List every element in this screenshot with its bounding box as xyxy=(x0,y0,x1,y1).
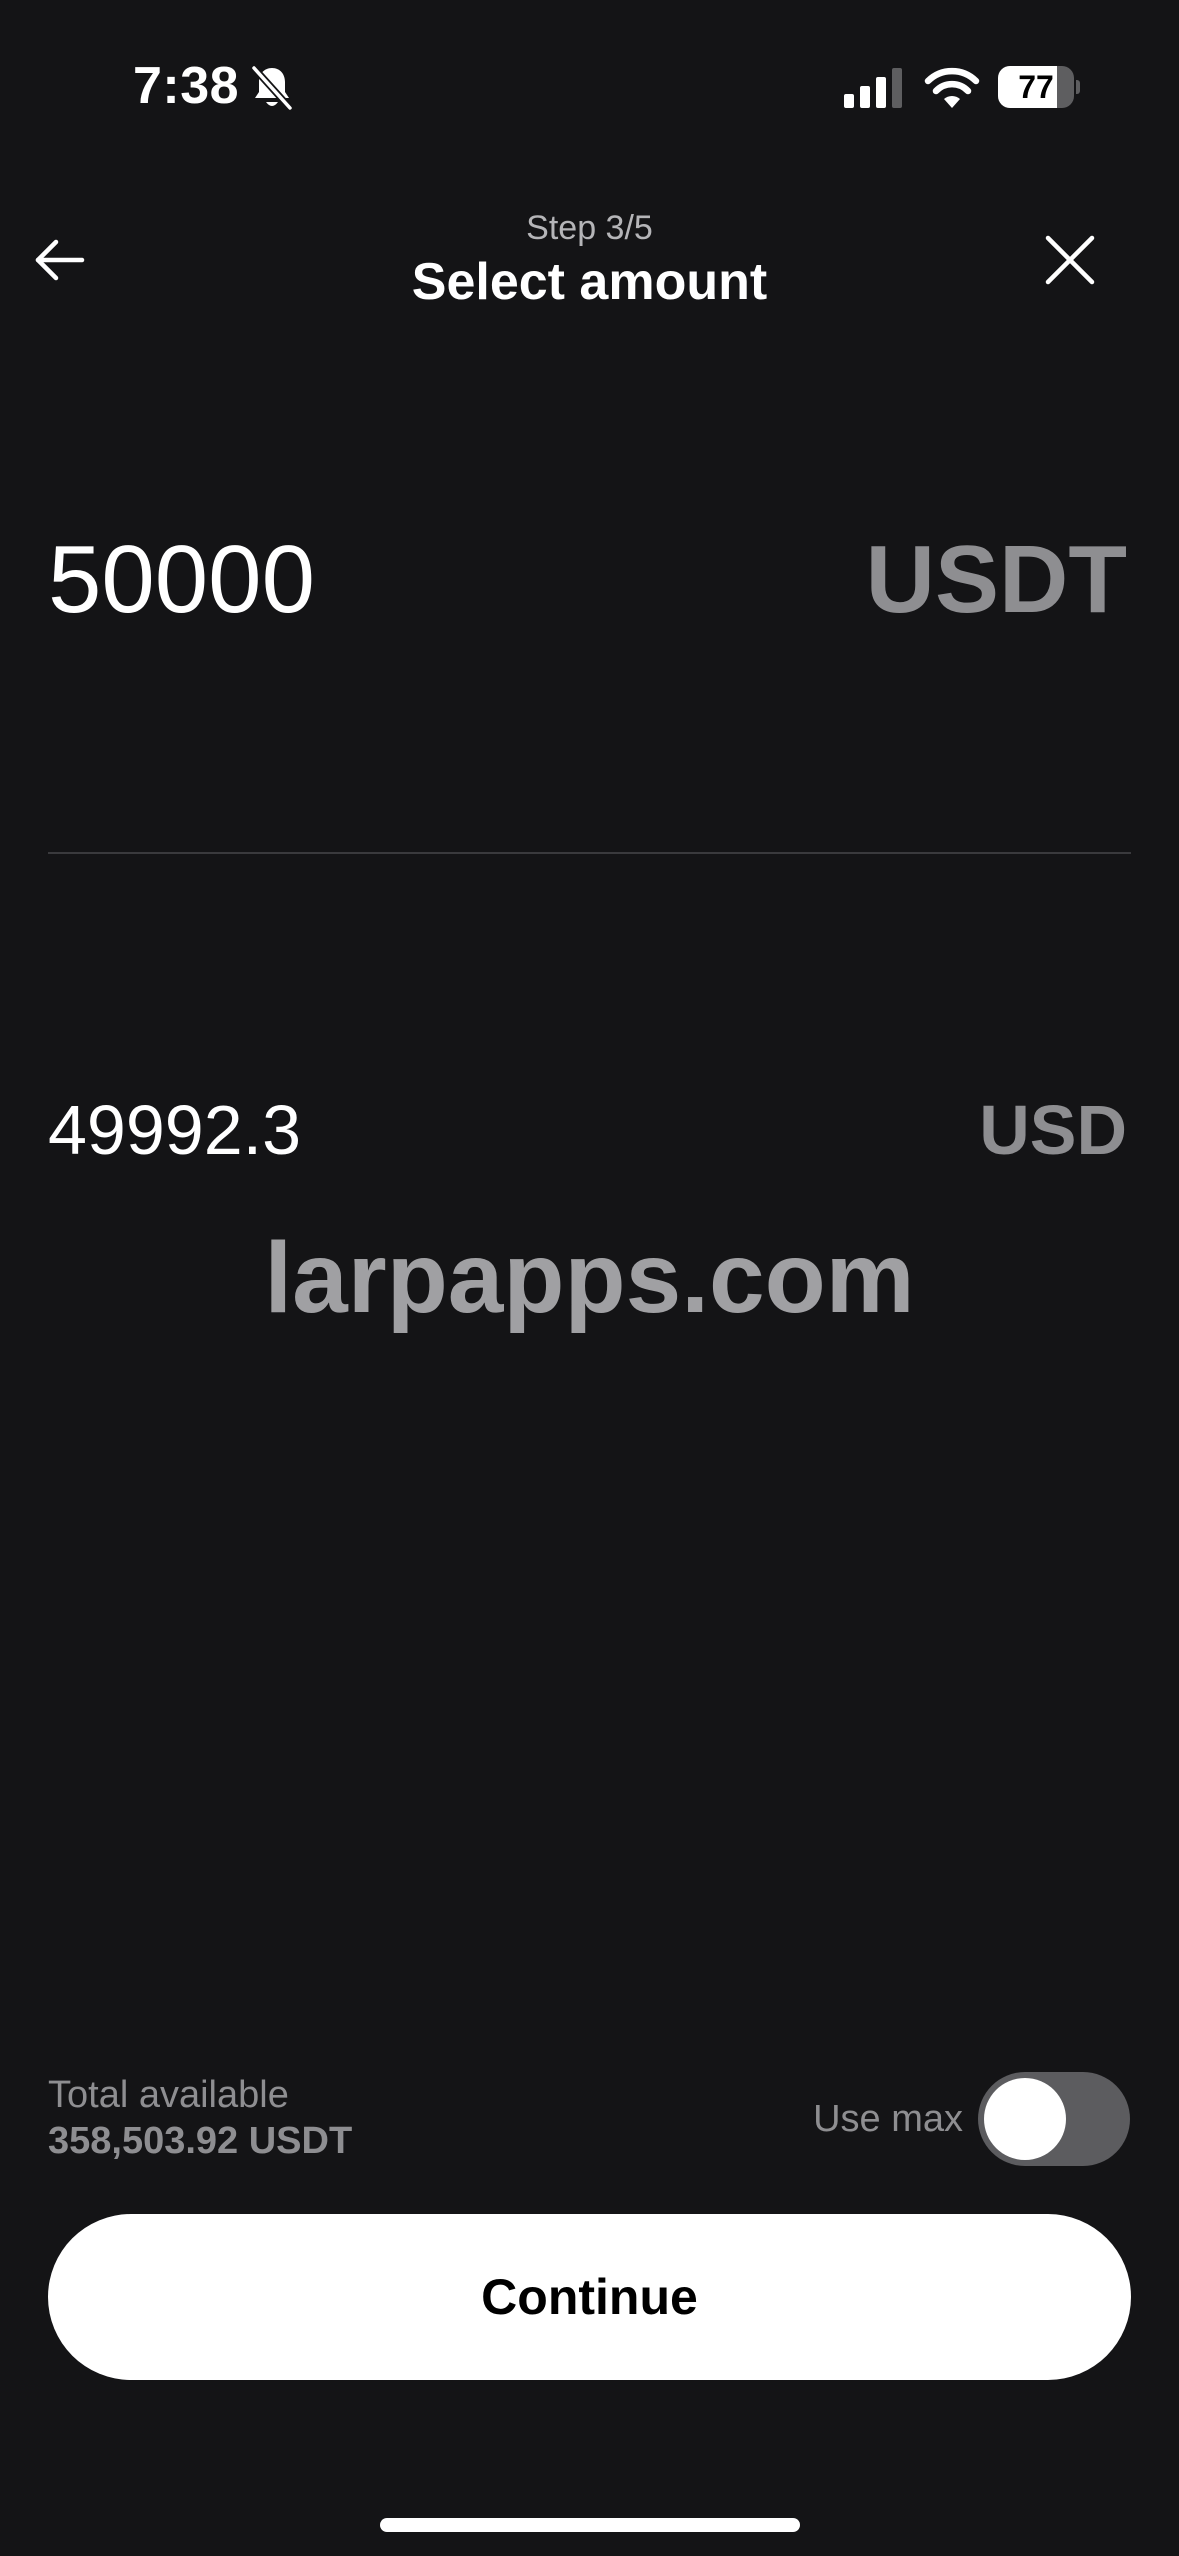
page-title: Select amount xyxy=(411,253,768,311)
converted-currency: USD xyxy=(979,1091,1127,1169)
step-indicator: Step 3/5 xyxy=(526,209,653,247)
available-value: 358,503.92 USDT xyxy=(48,2120,353,2162)
wifi-icon xyxy=(924,67,980,108)
toggle-knob xyxy=(984,2078,1066,2160)
status-time: 7:38 xyxy=(133,57,240,115)
battery-percent: 77 xyxy=(1018,69,1054,105)
use-max-label: Use max xyxy=(813,2098,963,2140)
battery-cap xyxy=(1076,80,1080,94)
continue-button[interactable]: Continue xyxy=(48,2214,1131,2380)
available-label: Total available xyxy=(48,2074,289,2116)
signal-icon xyxy=(844,68,902,108)
home-indicator xyxy=(380,2518,800,2532)
close-icon[interactable] xyxy=(1040,230,1100,290)
amount-input[interactable] xyxy=(48,520,828,640)
converted-amount: 49992.3 xyxy=(48,1091,302,1169)
battery-icon: 77 xyxy=(998,66,1080,108)
amount-currency: USDT xyxy=(865,526,1127,633)
use-max-toggle[interactable] xyxy=(978,2072,1130,2166)
divider xyxy=(48,852,1131,854)
bell-off-icon xyxy=(251,65,293,111)
watermark: larpapps.com xyxy=(264,1222,915,1334)
